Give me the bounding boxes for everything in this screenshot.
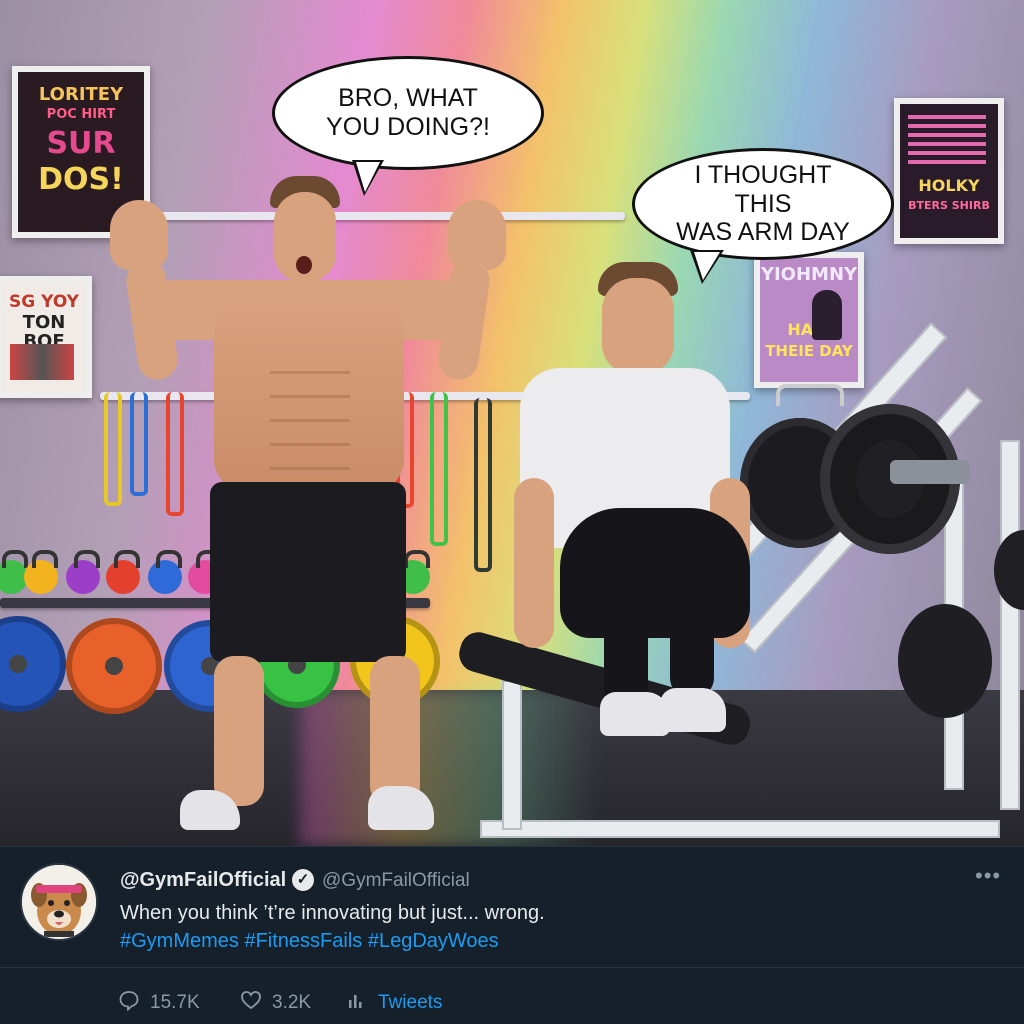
divider bbox=[0, 967, 1024, 968]
reply-button[interactable]: 15.7K bbox=[118, 989, 200, 1017]
poster-graphic bbox=[908, 114, 986, 164]
machine-weight-plate-right-2 bbox=[898, 604, 992, 718]
poster-graphic bbox=[10, 344, 74, 380]
poster-line: HOLKY bbox=[918, 176, 980, 195]
machine-upright-2 bbox=[1000, 440, 1020, 810]
tweet-hashtags[interactable]: #GymMemes #FitnessFails #LegDayWoes bbox=[120, 930, 499, 953]
poster-line: SUR bbox=[46, 126, 116, 161]
seated-man bbox=[500, 258, 800, 758]
poster-line: LORITEY bbox=[38, 84, 124, 105]
arm bbox=[514, 478, 554, 648]
right-sneaker bbox=[368, 786, 434, 830]
poster-mid-left: SG YOY TON BOF bbox=[0, 276, 92, 398]
kettlebell-purple bbox=[66, 550, 100, 594]
reply-count: 15.7K bbox=[150, 992, 200, 1013]
speech-bubble-right-tail-fill bbox=[694, 252, 720, 280]
left-hand bbox=[110, 200, 168, 270]
poster-top-right: HOLKY BTERS SHIRB bbox=[894, 98, 1004, 244]
abs-detail bbox=[270, 370, 350, 470]
verified-badge-icon: ✓ bbox=[292, 869, 314, 891]
black-shorts bbox=[210, 482, 406, 662]
machine-base bbox=[480, 820, 1000, 838]
poster-figure bbox=[812, 290, 842, 340]
analytics-icon bbox=[346, 989, 368, 1017]
machine-weight-horn bbox=[890, 460, 970, 484]
shirtless-man bbox=[110, 170, 510, 846]
tweet-image-card: LORITEY POC HIRT SUR DOS! SG YOY TON BOF… bbox=[0, 0, 1024, 1024]
open-mouth bbox=[296, 256, 312, 274]
reply-icon bbox=[118, 989, 140, 1017]
dog-avatar-icon bbox=[22, 865, 96, 939]
meme-photo[interactable]: LORITEY POC HIRT SUR DOS! SG YOY TON BOF… bbox=[0, 0, 1024, 846]
more-options-icon[interactable]: ••• bbox=[975, 863, 1001, 889]
analytics-button[interactable]: Twieets bbox=[346, 989, 442, 1017]
speech-bubble-right: I THOUGHT THIS WAS ARM DAY bbox=[632, 148, 894, 260]
speech-bubble-left-tail-fill bbox=[356, 162, 380, 192]
left-leg bbox=[214, 656, 264, 806]
black-leggings bbox=[560, 508, 750, 638]
handle[interactable]: @GymFailOfficial bbox=[322, 870, 470, 892]
face bbox=[602, 278, 674, 374]
heart-icon bbox=[240, 989, 262, 1017]
tweet-panel: @GymFailOfficial ✓ @GymFailOfficial ••• … bbox=[0, 846, 1024, 1024]
retweets-label: Twieets bbox=[378, 992, 443, 1013]
right-leg bbox=[370, 656, 420, 806]
poster-line: SG YOY bbox=[9, 292, 79, 312]
right-hand bbox=[448, 200, 506, 270]
display-name[interactable]: @GymFailOfficial bbox=[120, 869, 286, 892]
like-button[interactable]: 3.2K bbox=[240, 989, 311, 1017]
avatar[interactable] bbox=[20, 863, 98, 941]
machine-weight-plate-right bbox=[994, 530, 1024, 610]
speech-bubble-right-text: I THOUGHT THIS WAS ARM DAY bbox=[676, 160, 850, 247]
tweet-text: When you think ’t’re innovating but just… bbox=[120, 902, 545, 924]
kettlebell-yellow bbox=[24, 550, 58, 594]
poster-line: POC HIRT bbox=[46, 107, 116, 122]
sneaker-2 bbox=[660, 688, 726, 732]
leg-lower-2 bbox=[670, 598, 714, 698]
speech-bubble-left-text: BRO, WHAT YOU DOING?! bbox=[326, 84, 490, 141]
poster-line: BTERS SHIRB bbox=[908, 199, 990, 212]
speech-bubble-left: BRO, WHAT YOU DOING?! bbox=[272, 56, 544, 170]
like-count: 3.2K bbox=[272, 992, 312, 1013]
